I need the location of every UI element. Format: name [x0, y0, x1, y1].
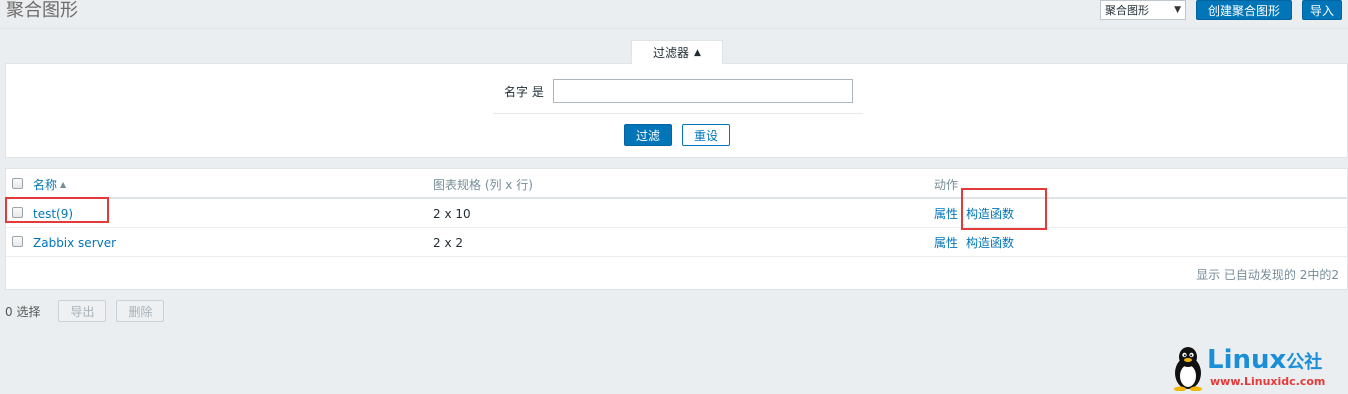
screen-name-link[interactable]: Zabbix server: [33, 236, 116, 250]
column-name-label[interactable]: 名称: [33, 176, 57, 193]
highlight-box: [961, 188, 1047, 230]
delete-button[interactable]: 删除: [116, 300, 165, 322]
triangle-up-icon: ▲: [694, 47, 701, 58]
constructor-link[interactable]: 构造函数: [966, 234, 1014, 251]
column-name[interactable]: 名称 ▲: [33, 169, 66, 199]
import-button[interactable]: 导入: [1302, 0, 1342, 20]
watermark-logo: Linux公社 www.Linuxidc.com: [1170, 345, 1345, 391]
create-screen-button[interactable]: 创建聚合图形: [1196, 0, 1292, 20]
reset-filter-button[interactable]: 重设: [682, 124, 730, 146]
apply-filter-button[interactable]: 过滤: [624, 124, 672, 146]
export-button[interactable]: 导出: [58, 300, 107, 322]
row-checkbox[interactable]: [12, 236, 23, 247]
column-actions: 动作: [934, 177, 959, 192]
screens-table: 名称 ▲ 图表规格 (列 x 行) 动作 test(9) 2 x 10 属性 构…: [5, 168, 1348, 290]
table-summary: 显示 已自动发现的 2中的2: [1196, 268, 1339, 282]
screen-size: 2 x 10: [433, 206, 471, 221]
screen-size: 2 x 2: [433, 235, 463, 250]
chevron-down-icon: ▼: [1174, 5, 1181, 15]
table-row: test(9) 2 x 10 属性 构造函数: [6, 199, 1347, 228]
table-header: 名称 ▲ 图表规格 (列 x 行) 动作: [6, 169, 1347, 199]
watermark-brand-cn: 公社: [1286, 352, 1323, 373]
table-row: Zabbix server 2 x 2 属性 构造函数: [6, 228, 1347, 257]
highlight-box: [5, 197, 109, 223]
filter-tab-label: 过滤器: [653, 46, 690, 60]
filter-buttons: 过滤 重设: [624, 124, 730, 146]
view-select[interactable]: 聚合图形 ▼: [1100, 0, 1186, 20]
divider: [0, 28, 1348, 29]
filter-tab[interactable]: 过滤器 ▲: [631, 40, 723, 64]
watermark-url: www.Linuxidc.com: [1210, 375, 1326, 388]
divider: [493, 113, 863, 114]
top-bar: 聚合图形 聚合图形 ▼ 创建聚合图形 导入: [0, 0, 1348, 28]
selected-count: 0 选择: [5, 304, 41, 319]
filter-panel: 名字 是 过滤 重设: [5, 63, 1348, 158]
name-filter-input[interactable]: [553, 79, 853, 103]
bulk-actions-bar: 0 选择 导出 删除: [5, 300, 168, 322]
penguin-icon: [1174, 347, 1202, 391]
properties-link[interactable]: 属性: [934, 205, 958, 222]
watermark-brand: Linux: [1207, 345, 1287, 375]
select-all-checkbox[interactable]: [12, 178, 23, 189]
view-select-value: 聚合图形: [1105, 4, 1149, 17]
name-filter-label: 名字 是: [504, 85, 544, 99]
properties-link[interactable]: 属性: [934, 234, 958, 251]
sort-asc-icon: ▲: [60, 179, 67, 189]
page-title: 聚合图形: [6, 0, 78, 21]
top-controls: 聚合图形 ▼ 创建聚合图形 导入: [1100, 0, 1342, 20]
column-size: 图表规格 (列 x 行): [433, 177, 533, 192]
